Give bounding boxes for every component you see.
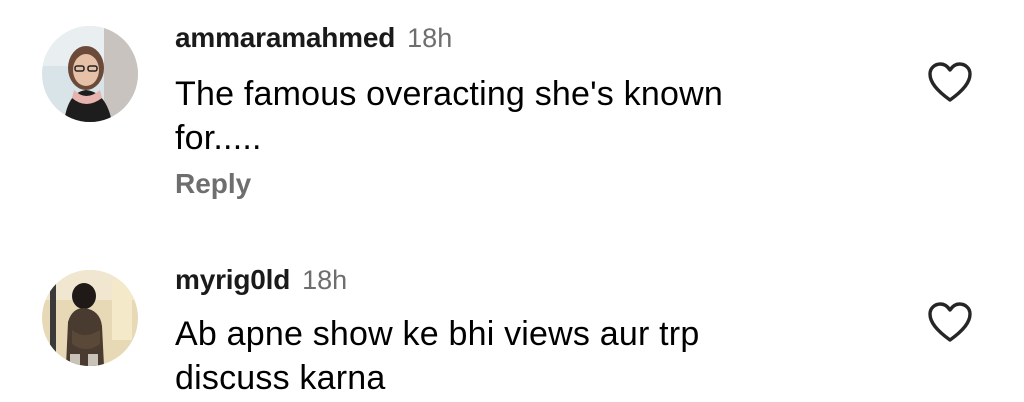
username[interactable]: ammaramahmed <box>175 22 395 54</box>
comment-text-line: Ab apne show ke bhi views aur trp <box>175 315 700 353</box>
timestamp: 18h <box>407 23 453 53</box>
like-button[interactable] <box>926 60 974 104</box>
comment-item: myrig0ld 18h Ab apne show ke bhi views a… <box>0 240 1024 402</box>
timestamp: 18h <box>302 265 348 295</box>
like-button[interactable] <box>926 300 974 344</box>
comment-header: ammaramahmed 18h <box>175 22 452 54</box>
comment-header: myrig0ld 18h <box>175 264 347 296</box>
avatar[interactable] <box>42 26 138 122</box>
comment-item: ammaramahmed 18h The famous overacting s… <box>0 0 1024 240</box>
avatar-photo-icon <box>42 26 138 122</box>
avatar-photo-icon <box>42 270 138 366</box>
heart-outline-icon <box>928 62 972 102</box>
heart-outline-icon <box>928 302 972 342</box>
comment-text-line: for..... <box>175 119 262 157</box>
reply-button[interactable]: Reply <box>175 168 251 200</box>
comment-text: The famous overacting she's known for...… <box>175 72 835 160</box>
comment-text-line: The famous overacting she's known <box>175 75 723 113</box>
comment-text: Ab apne show ke bhi views aur trp discus… <box>175 312 835 400</box>
comment-text-line: discuss karna <box>175 359 386 397</box>
username[interactable]: myrig0ld <box>175 264 290 296</box>
avatar[interactable] <box>42 270 138 366</box>
